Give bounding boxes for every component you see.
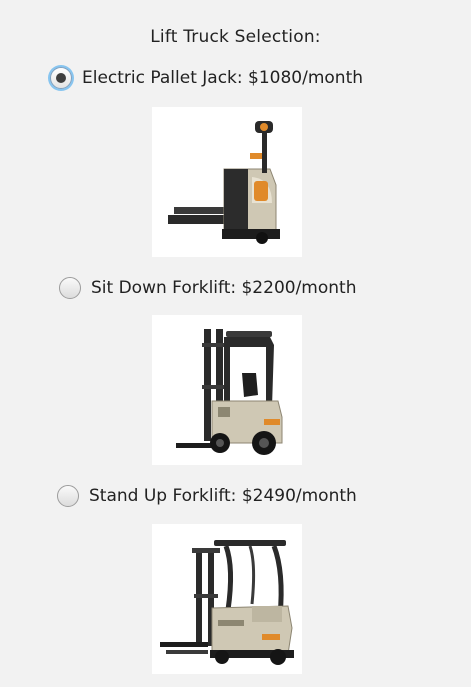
option-sit-down-forklift[interactable]: Sit Down Forklift: $2200/month [59,277,356,299]
stand-up-forklift-photo [152,524,302,674]
page-title: Lift Truck Selection: [150,27,321,47]
option-stand-up-forklift[interactable]: Stand Up Forklift: $2490/month [57,485,357,507]
radio-selected-dot [56,73,66,83]
electric-pallet-jack-radio[interactable] [50,67,72,89]
electric-pallet-jack-photo [152,107,302,257]
sit-down-forklift-radio[interactable] [59,277,81,299]
stand-up-forklift-radio[interactable] [57,485,79,507]
electric-pallet-jack-label: Electric Pallet Jack: $1080/month [82,68,364,88]
option-electric-pallet-jack[interactable]: Electric Pallet Jack: $1080/month [50,67,363,89]
sit-down-forklift-photo [152,315,302,465]
stand-up-forklift-label: Stand Up Forklift: $2490/month [89,486,357,506]
sit-down-forklift-label: Sit Down Forklift: $2200/month [91,278,357,298]
